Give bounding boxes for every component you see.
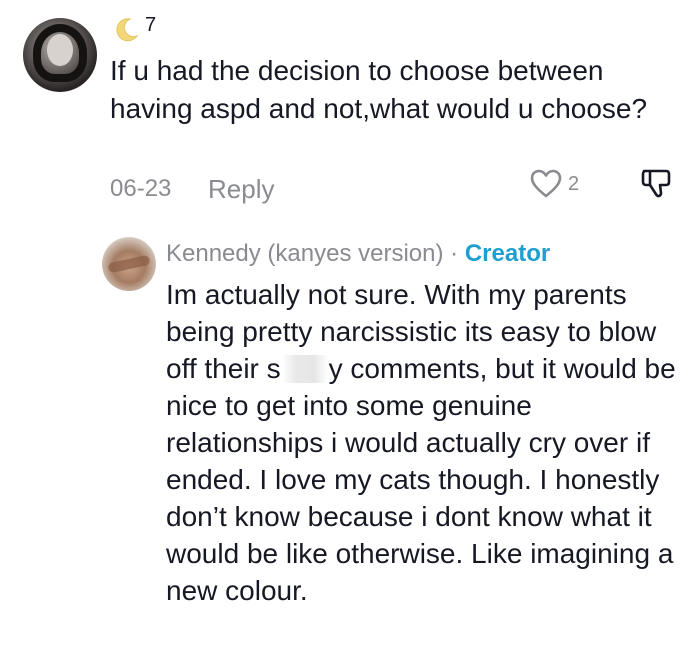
- reply-separator: ·: [450, 240, 459, 267]
- comment-avatar[interactable]: [23, 18, 97, 92]
- avatar-face-shape: [47, 34, 73, 66]
- comment-text: If u had the decision to choose between …: [110, 55, 648, 124]
- reply-text-part2: y comments, but it would be nice to get …: [166, 353, 676, 606]
- badge-count: 7: [145, 14, 157, 36]
- reply-button[interactable]: Reply: [208, 174, 274, 205]
- reply-text: Im actually not sure. With my parents be…: [166, 276, 686, 609]
- reply-header: Kennedy (kanyes version) · Creator: [166, 240, 550, 268]
- heart-icon[interactable]: [529, 167, 563, 201]
- like-count: 2: [568, 173, 580, 195]
- crescent-moon-icon: [116, 18, 139, 42]
- reply-avatar[interactable]: [102, 237, 156, 291]
- avatar-detail-shape: [107, 254, 151, 274]
- censor-blur: [281, 355, 328, 383]
- dislike-icon[interactable]: [638, 166, 674, 202]
- creator-badge: Creator: [464, 240, 551, 267]
- user-badge: 7: [112, 14, 172, 46]
- reply-author-name[interactable]: Kennedy (kanyes version): [166, 240, 443, 267]
- comment-date: 06-23: [110, 175, 172, 202]
